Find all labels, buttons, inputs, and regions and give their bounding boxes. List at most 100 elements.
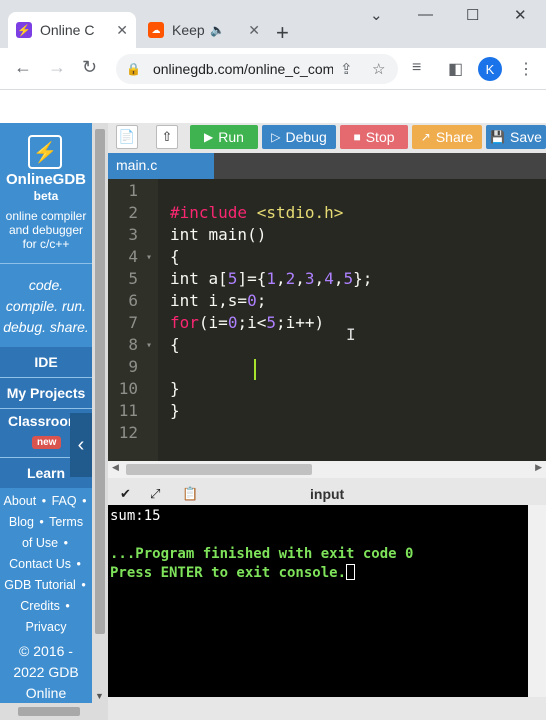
- media-control-icon[interactable]: ≡: [412, 59, 421, 77]
- new-tab-button[interactable]: +: [276, 20, 289, 46]
- fold-arrow-icon[interactable]: ▾: [146, 340, 152, 351]
- credits-link[interactable]: Credits: [20, 599, 60, 613]
- text-cursor: [254, 359, 256, 380]
- share-label: Share: [435, 129, 474, 145]
- forward-arrow-icon[interactable]: →: [48, 57, 66, 78]
- stop-icon: ■: [353, 130, 361, 144]
- run-button[interactable]: ▶ Run: [190, 125, 258, 149]
- stop-button[interactable]: ■ Stop: [340, 125, 408, 149]
- scrollbar-thumb[interactable]: [95, 129, 105, 634]
- faq-link[interactable]: FAQ: [52, 494, 77, 508]
- number-token: 5: [343, 269, 354, 288]
- line-number: 9: [128, 357, 138, 376]
- console-prompt-text: Press ENTER to exit console.: [110, 565, 347, 581]
- sidebar-scrollbar[interactable]: ▼: [92, 123, 108, 703]
- contact-link[interactable]: Contact Us: [9, 557, 71, 571]
- tab-main-c[interactable]: main.c: [108, 153, 214, 179]
- collapse-chevron-icon[interactable]: ✔: [120, 486, 131, 502]
- bullet: •: [82, 494, 87, 508]
- address-bar[interactable]: 🔒 onlinegdb.com/online_c_compiler ⇪ ☆: [116, 54, 398, 84]
- console-line: ...Program finished with exit code 0: [110, 546, 414, 562]
- motto-line: debug. share.: [3, 319, 89, 335]
- scroll-down-arrow-icon[interactable]: ▼: [95, 691, 104, 701]
- code-line-10: }: [170, 379, 180, 398]
- console-title: input: [310, 486, 345, 502]
- tab-title: Online C Compiler: [40, 22, 96, 38]
- console-header: ✔ ⤢ 📋 input: [108, 483, 546, 505]
- debug-button[interactable]: ▷ Debug: [262, 125, 336, 149]
- scrollbar-thumb[interactable]: [18, 707, 80, 716]
- save-icon: 💾: [490, 130, 506, 144]
- browser-toolbar: ← → ↻ 🔒 onlinegdb.com/online_c_compiler …: [0, 48, 546, 90]
- line-number: 6: [128, 291, 138, 310]
- bookmark-star-icon[interactable]: ☆: [372, 60, 385, 78]
- new-file-icon[interactable]: 📄: [116, 125, 138, 149]
- maximize-icon[interactable]: ☐: [466, 6, 479, 24]
- console-line: sum:15: [110, 508, 161, 524]
- page-horizontal-scrollbar[interactable]: [0, 703, 108, 720]
- blog-link[interactable]: Blog: [9, 515, 34, 529]
- play-icon: ▶: [204, 130, 214, 144]
- console-output[interactable]: sum:15 ...Program finished with exit cod…: [108, 505, 528, 697]
- menu-kebab-icon[interactable]: ⋮: [518, 59, 534, 79]
- bullet: •: [81, 578, 86, 592]
- scroll-left-arrow-icon[interactable]: ◀: [112, 462, 119, 473]
- sidebar-item-ide[interactable]: IDE: [0, 347, 92, 377]
- code-token: ;: [256, 291, 267, 310]
- collapse-sidebar-button[interactable]: ‹: [70, 413, 92, 477]
- keyword-token: for: [170, 313, 199, 332]
- save-button[interactable]: 💾 Save: [486, 125, 546, 149]
- editor-horizontal-scrollbar[interactable]: ◀ ▶: [108, 461, 546, 478]
- number-token: 5: [266, 313, 276, 332]
- expand-icon[interactable]: ⤢: [150, 486, 160, 502]
- onlinegdb-logo-icon[interactable]: ⚡: [28, 135, 62, 169]
- privacy-link[interactable]: Privacy: [26, 620, 67, 634]
- side-panel-icon[interactable]: ◧: [448, 59, 463, 79]
- divider: [0, 263, 92, 264]
- profile-avatar[interactable]: K: [478, 57, 502, 81]
- bullet: •: [41, 494, 47, 508]
- browser-tab-onlinegdb[interactable]: ⚡ Online C Compiler ✕: [8, 12, 136, 48]
- gdb-tutorial-link[interactable]: GDB Tutorial: [4, 578, 76, 592]
- console-scrollbar[interactable]: [528, 505, 546, 697]
- scrollbar-thumb[interactable]: [126, 464, 312, 475]
- reload-icon[interactable]: ↻: [82, 57, 97, 78]
- code-token: int i,s=: [170, 291, 248, 310]
- number-token: 0: [247, 291, 257, 310]
- fold-arrow-icon[interactable]: ▾: [146, 252, 152, 263]
- terms-link-continued[interactable]: of Use: [22, 536, 58, 550]
- motto-line: compile. run.: [5, 298, 87, 314]
- tagline-line: online compiler: [5, 209, 87, 223]
- bullet: •: [39, 515, 44, 529]
- close-window-icon[interactable]: ✕: [514, 6, 527, 24]
- code-token: ,: [275, 269, 286, 288]
- about-link[interactable]: About: [4, 494, 37, 508]
- scroll-right-arrow-icon[interactable]: ▶: [535, 462, 542, 473]
- ide-toolbar: 📄 ⇧ ▶ Run ▷ Debug ■ Stop ↗ Share 💾 Save: [108, 123, 546, 150]
- file-tab-bar: main.c: [108, 153, 546, 179]
- lock-icon[interactable]: 🔒: [126, 62, 141, 76]
- sidebar-item-my-projects[interactable]: My Projects: [0, 378, 92, 408]
- share-page-icon[interactable]: ⇪: [340, 60, 353, 78]
- back-arrow-icon[interactable]: ←: [14, 57, 32, 78]
- line-number: 5: [128, 269, 138, 288]
- speaker-icon[interactable]: 🔈: [210, 23, 225, 37]
- share-button[interactable]: ↗ Share: [412, 125, 482, 149]
- ibeam-cursor-icon: I: [346, 325, 356, 344]
- line-number: 11: [118, 401, 138, 420]
- tab-search-icon[interactable]: ⌄: [370, 6, 383, 24]
- line-number: 10: [118, 379, 138, 398]
- code-token: int a[: [170, 269, 228, 288]
- code-editor[interactable]: 1 2 3 4 ▾ 5 6 7 8 ▾ 9 10 11 12 .fold{lef…: [108, 179, 546, 461]
- tagline-line: and debugger: [8, 223, 84, 237]
- close-tab-icon[interactable]: ✕: [116, 22, 128, 39]
- code-token: (i=: [198, 313, 228, 332]
- copy-clipboard-icon[interactable]: 📋: [182, 486, 198, 502]
- close-tab-icon[interactable]: ✕: [248, 22, 260, 39]
- terms-link[interactable]: Terms: [49, 515, 83, 529]
- minimize-icon[interactable]: —: [418, 6, 433, 23]
- upload-icon[interactable]: ⇧: [156, 125, 178, 149]
- browser-tab-soundcloud[interactable]: ☁ Keep Calm 🔈 ✕: [140, 12, 268, 48]
- code-line-11: }: [170, 401, 180, 420]
- brand-name[interactable]: OnlineGDB: [6, 171, 86, 188]
